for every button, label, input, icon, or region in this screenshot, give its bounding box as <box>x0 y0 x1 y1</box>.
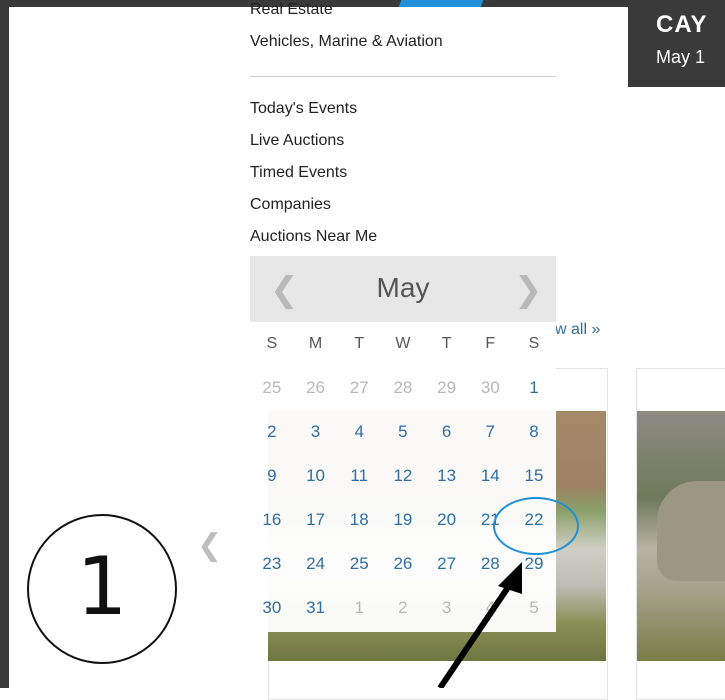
weekday-label: F <box>485 335 496 352</box>
calendar-month: May <box>376 272 430 303</box>
calendar-day[interactable]: 5 <box>512 586 556 630</box>
calendar-header: ❮ May ❯ <box>250 256 556 322</box>
calendar-week-row: 30 31 1 2 3 4 5 <box>250 586 556 630</box>
step-number: 1 <box>76 540 128 633</box>
calendar-week-row: 9 10 11 12 13 14 15 <box>250 454 556 498</box>
calendar-day[interactable]: 24 <box>294 542 338 586</box>
view-all-link[interactable]: w all » <box>555 321 600 339</box>
weekday-label: M <box>308 335 323 352</box>
banner-title: CAY <box>656 11 708 38</box>
auction-photo[interactable] <box>637 411 725 661</box>
carousel-prev-icon[interactable]: ❮ <box>197 528 222 563</box>
calendar-day[interactable]: 27 <box>337 366 381 410</box>
calendar-day[interactable]: 17 <box>294 498 338 542</box>
weekday-label: S <box>528 335 540 352</box>
weekday-label: S <box>266 335 278 352</box>
weekday-label: W <box>395 335 411 352</box>
calendar-day[interactable]: 6 <box>425 410 469 454</box>
calendar-day[interactable]: 25 <box>337 542 381 586</box>
weekday-label: T <box>441 335 452 352</box>
calendar-weeks: 25 26 27 28 29 30 1 2 3 4 5 6 7 8 9 10 11 12 13 14 15 16 17 18 1… <box>250 366 556 630</box>
calendar-day[interactable]: 26 <box>294 366 338 410</box>
calendar-day[interactable]: 15 <box>512 454 556 498</box>
calendar-day[interactable]: 23 <box>250 542 294 586</box>
events-menu: Today's Events Live Auctions Timed Event… <box>250 93 377 253</box>
calendar-day[interactable]: 12 <box>381 454 425 498</box>
calendar-day[interactable]: 5 <box>381 410 425 454</box>
calendar-day[interactable]: 30 <box>468 366 512 410</box>
calendar-day[interactable]: 30 <box>250 586 294 630</box>
step-badge: 1 <box>27 514 177 664</box>
calendar-day[interactable]: 1 <box>512 366 556 410</box>
calendar-day[interactable]: 11 <box>337 454 381 498</box>
highlight-circle <box>493 497 579 555</box>
calendar-grid: S M T W T F S 25 26 27 28 29 30 1 2 3 4 5 6 7 8 9 10 11 1… <box>250 322 556 630</box>
calendar-dropdown: ❮ May ❯ S M T W T F S 25 26 27 28 29 30 1 2 3 4 5 6… <box>250 256 556 632</box>
calendar-day[interactable]: 7 <box>468 410 512 454</box>
calendar-day[interactable]: 9 <box>250 454 294 498</box>
menu-item-vehicles[interactable]: Vehicles, Marine & Aviation <box>250 26 443 58</box>
calendar-day[interactable]: 2 <box>381 586 425 630</box>
calendar-day[interactable]: 2 <box>250 410 294 454</box>
calendar-day[interactable]: 13 <box>425 454 469 498</box>
calendar-day[interactable]: 1 <box>337 586 381 630</box>
menu-item-todays-events[interactable]: Today's Events <box>250 93 377 125</box>
menu-item-auctions-near-me[interactable]: Auctions Near Me <box>250 221 377 253</box>
menu-item-real-estate[interactable]: Real Estate <box>250 0 443 26</box>
menu-item-companies[interactable]: Companies <box>250 189 377 221</box>
calendar-day[interactable]: 10 <box>294 454 338 498</box>
calendar-day[interactable]: 3 <box>425 586 469 630</box>
calendar-day[interactable]: 4 <box>337 410 381 454</box>
calendar-day[interactable]: 19 <box>381 498 425 542</box>
menu-item-timed-events[interactable]: Timed Events <box>250 157 377 189</box>
calendar-day[interactable]: 18 <box>337 498 381 542</box>
calendar-day[interactable]: 4 <box>468 586 512 630</box>
calendar-day[interactable]: 26 <box>381 542 425 586</box>
menu-divider <box>250 76 556 77</box>
calendar-day[interactable]: 16 <box>250 498 294 542</box>
menu-item-live-auctions[interactable]: Live Auctions <box>250 125 377 157</box>
calendar-day[interactable]: 29 <box>425 366 469 410</box>
calendar-day[interactable]: 28 <box>468 542 512 586</box>
chevron-right-icon[interactable]: ❯ <box>514 270 543 310</box>
calendar-day[interactable]: 28 <box>381 366 425 410</box>
calendar-day[interactable]: 25 <box>250 366 294 410</box>
calendar-day[interactable]: 20 <box>425 498 469 542</box>
event-banner[interactable]: CAY May 1 <box>628 7 725 87</box>
weekday-label: T <box>354 335 365 352</box>
weekday-row: S M T W T F S <box>250 322 556 366</box>
car-image <box>657 481 725 581</box>
calendar-day[interactable]: 27 <box>425 542 469 586</box>
calendar-day[interactable]: 31 <box>294 586 338 630</box>
category-menu: Real Estate Vehicles, Marine & Aviation <box>250 0 443 58</box>
calendar-day[interactable]: 8 <box>512 410 556 454</box>
calendar-day[interactable]: 14 <box>468 454 512 498</box>
calendar-day[interactable]: 3 <box>294 410 338 454</box>
window-frame-left <box>0 0 9 688</box>
banner-date: May 1 <box>656 47 706 67</box>
calendar-week-row: 2345678 <box>250 410 556 454</box>
calendar-week-row: 25 26 27 28 29 30 1 <box>250 366 556 410</box>
